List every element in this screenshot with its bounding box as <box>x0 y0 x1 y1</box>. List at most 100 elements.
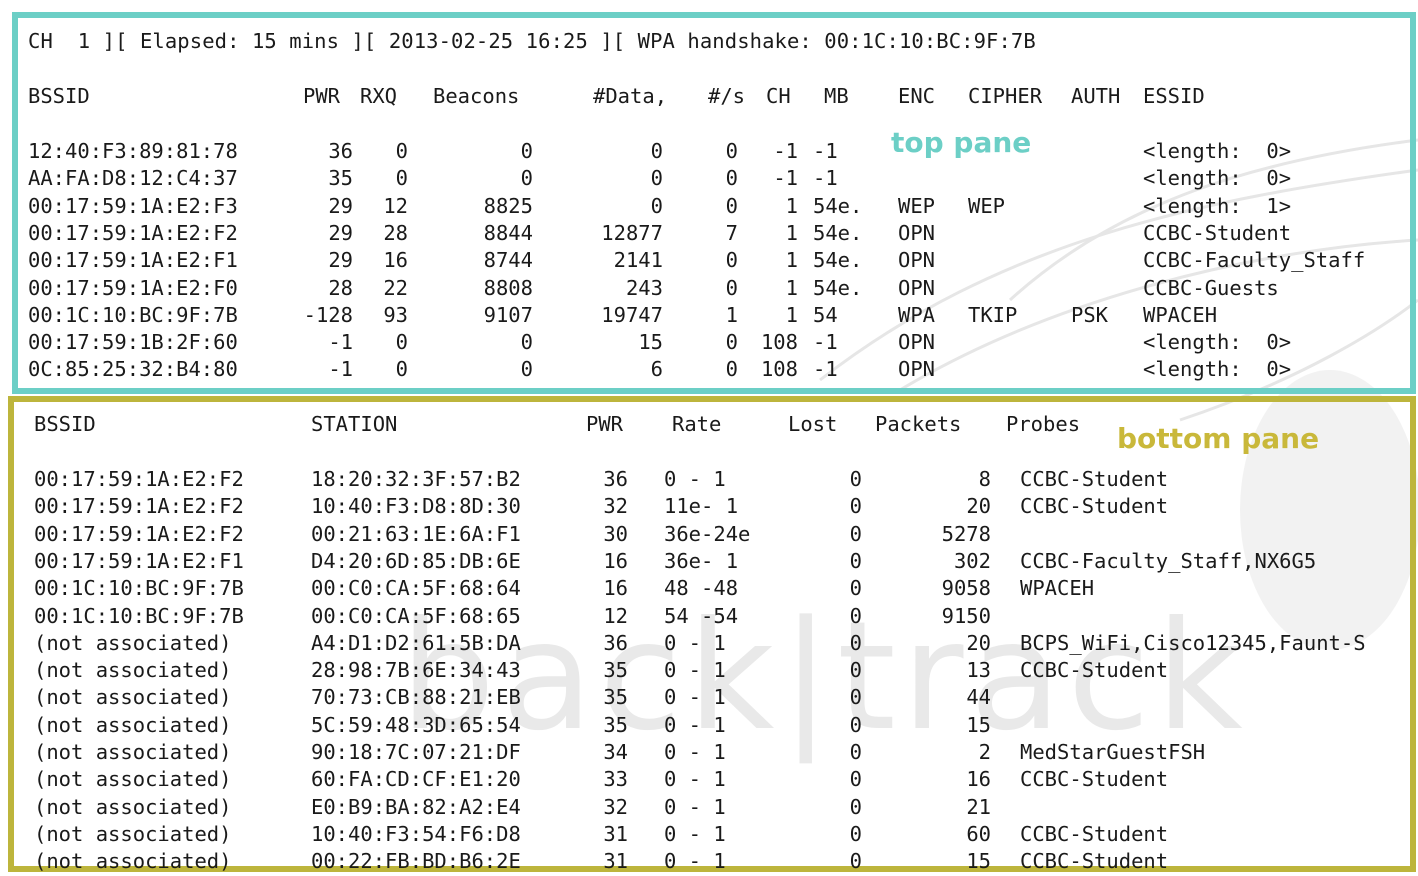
ap-bssid-cell: 00:17:59:1A:E2:F1 <box>28 248 238 273</box>
station-rate-cell: 0 - 1 <box>664 630 726 655</box>
station-packets-cell: 15 <box>966 712 991 737</box>
station-pwr-cell: 36 <box>603 630 628 655</box>
ap-ch-cell: -1 <box>773 139 798 163</box>
station-pwr-cell: 33 <box>603 767 628 792</box>
station-probes-cell: WPACEH <box>1020 576 1095 601</box>
ap-bssid-cell: 00:17:59:1A:E2:F3 <box>28 193 238 218</box>
station-table-row: 00:17:59:1A:E2:F2 00:21:63:1E:6A:F1 30 36e-… <box>14 521 1410 548</box>
station-rate-cell: 36e-24e <box>664 521 751 546</box>
ap-enc-cell: WPA <box>898 302 936 327</box>
ap-rxq-cell: 93 <box>383 302 408 327</box>
ap-beacons-cell: 9107 <box>483 302 533 327</box>
bottom-pane-label: bottom pane <box>1117 422 1320 455</box>
station-table-row: 00:17:59:1A:E2:F2 18:20:32:3F:57:B2 36 0 - … <box>14 466 1410 493</box>
station-probes-cell: BCPS_WiFi,Cisco12345,Faunt-S <box>1020 630 1366 655</box>
station-bssid-cell: (not associated) <box>34 740 232 764</box>
ap-header-essid: ESSID <box>1143 84 1205 108</box>
station-station-cell: 10:40:F3:54:F6:D8 <box>311 821 521 846</box>
station-rate-cell: 0 - 1 <box>664 767 726 792</box>
station-pwr-cell: 31 <box>603 849 628 874</box>
station-station-cell: 00:C0:CA:5F:68:64 <box>311 576 521 601</box>
station-table-row: (not associated) A4:D1:D2:61:5B:DA 36 0 - 1… <box>14 630 1410 657</box>
station-lost-cell: 0 <box>849 521 862 546</box>
station-packets-cell: 13 <box>966 658 991 683</box>
ap-table-row: 0C:85:25:32:B4:80 -1 0 0 6 0 108 -1 OPN <length: … <box>18 356 1410 383</box>
station-bssid-cell: (not associated) <box>34 849 232 874</box>
ap-cipher-cell: WEP <box>968 193 1006 218</box>
station-bssid-cell: 00:17:59:1A:E2:F2 <box>34 467 244 491</box>
ap-pwr-cell: -128 <box>303 302 353 327</box>
ap-ch-cell: 108 <box>760 330 798 355</box>
ap-rxq-cell: 12 <box>383 193 408 218</box>
ap-table-row: 00:17:59:1B:2F:60 -1 0 0 15 0 108 -1 OPN <length:… <box>18 329 1410 356</box>
station-rate-cell: 0 - 1 <box>664 685 726 710</box>
ap-bssid-cell: 00:1C:10:BC:9F:7B <box>28 302 238 327</box>
ap-table-row: 12:40:F3:89:81:78 36 0 0 0 0 -1 -1 <length: 0> <box>18 138 1410 165</box>
station-lost-cell: 0 <box>849 685 862 710</box>
ap-bssid-cell: 00:17:59:1A:E2:F0 <box>28 275 238 300</box>
station-rate-cell: 0 - 1 <box>664 740 726 764</box>
station-pwr-cell: 32 <box>603 794 628 819</box>
station-packets-cell: 20 <box>966 494 991 519</box>
station-station-cell: 00:22:FB:BD:B6:2E <box>311 849 521 874</box>
ap-pwr-cell: 36 <box>328 139 353 163</box>
ap-data-cell: 15 <box>638 330 663 355</box>
ap-rate-cell: 0 <box>725 275 738 300</box>
ap-enc-cell: OPN <box>898 248 936 273</box>
station-packets-cell: 15 <box>966 849 991 874</box>
station-rate-cell: 0 - 1 <box>664 821 726 846</box>
station-station-cell: 10:40:F3:D8:8D:30 <box>311 494 521 519</box>
ap-header-pwr: PWR <box>303 84 341 108</box>
ap-rate-cell: 0 <box>725 248 738 273</box>
station-pwr-cell: 32 <box>603 494 628 519</box>
station-packets-cell: 9150 <box>941 603 991 628</box>
ap-header-beacons: Beacons <box>433 84 520 108</box>
station-lost-cell: 0 <box>849 576 862 601</box>
station-pwr-cell: 36 <box>603 467 628 491</box>
station-probes-cell: CCBC-Student <box>1020 467 1169 491</box>
station-rate-cell: 0 - 1 <box>664 849 726 874</box>
ap-data-cell: 0 <box>650 193 663 218</box>
bottom-pane: BSSID STATION PWR Rate Lost Packets Probes 00:… <box>8 396 1416 874</box>
ap-essid-cell: <length: 0> <box>1143 357 1292 382</box>
station-probes-cell: CCBC-Student <box>1020 658 1169 683</box>
station-lost-cell: 0 <box>849 740 862 764</box>
ap-rxq-cell: 0 <box>395 330 408 355</box>
ap-mb-cell: -1 <box>813 166 838 191</box>
ap-beacons-cell: 8744 <box>483 248 533 273</box>
ap-pwr-cell: 29 <box>328 220 353 245</box>
ap-bssid-cell: 12:40:F3:89:81:78 <box>28 139 238 163</box>
station-bssid-cell: (not associated) <box>34 685 232 710</box>
ap-enc-cell: WEP <box>898 193 936 218</box>
ap-rate-cell: 0 <box>725 139 738 163</box>
ap-essid-cell: <length: 0> <box>1143 139 1292 163</box>
station-lost-cell: 0 <box>849 794 862 819</box>
station-table-row: 00:1C:10:BC:9F:7B 00:C0:CA:5F:68:65 12 54 -… <box>14 603 1410 630</box>
ap-beacons-cell: 8808 <box>483 275 533 300</box>
ap-header-bssid: BSSID <box>28 84 90 108</box>
ap-table-row: AA:FA:D8:12:C4:37 35 0 0 0 0 -1 -1 <length: 0> <box>18 165 1410 192</box>
station-station-cell: 70:73:CB:88:21:EB <box>311 685 521 710</box>
ap-mb-cell: 54e. <box>813 275 863 300</box>
station-bssid-cell: (not associated) <box>34 712 232 737</box>
ap-pwr-cell: -1 <box>328 357 353 382</box>
station-table-row: 00:17:59:1A:E2:F1 D4:20:6D:85:DB:6E 16 36e-… <box>14 548 1410 575</box>
station-table-row: (not associated) 60:FA:CD:CF:E1:20 33 0 - 1… <box>14 766 1410 793</box>
station-lost-cell: 0 <box>849 494 862 519</box>
station-table-row: (not associated) E0:B9:BA:82:A2:E4 32 0 - 1… <box>14 794 1410 821</box>
ap-pwr-cell: 29 <box>328 248 353 273</box>
station-station-cell: 00:21:63:1E:6A:F1 <box>311 521 521 546</box>
ap-bssid-cell: 0C:85:25:32:B4:80 <box>28 357 238 382</box>
ap-rxq-cell: 28 <box>383 220 408 245</box>
station-lost-cell: 0 <box>849 603 862 628</box>
station-lost-cell: 0 <box>849 821 862 846</box>
station-probes-cell: MedStarGuestFSH <box>1020 740 1206 764</box>
ap-mb-cell: -1 <box>813 357 838 382</box>
ap-header-enc: ENC <box>898 84 936 108</box>
ap-pwr-cell: 35 <box>328 166 353 191</box>
ap-rxq-cell: 16 <box>383 248 408 273</box>
ap-essid-cell: <length: 1> <box>1143 193 1292 218</box>
station-bssid-cell: (not associated) <box>34 767 232 792</box>
station-station-cell: A4:D1:D2:61:5B:DA <box>311 630 521 655</box>
station-rate-cell: 0 - 1 <box>664 658 726 683</box>
